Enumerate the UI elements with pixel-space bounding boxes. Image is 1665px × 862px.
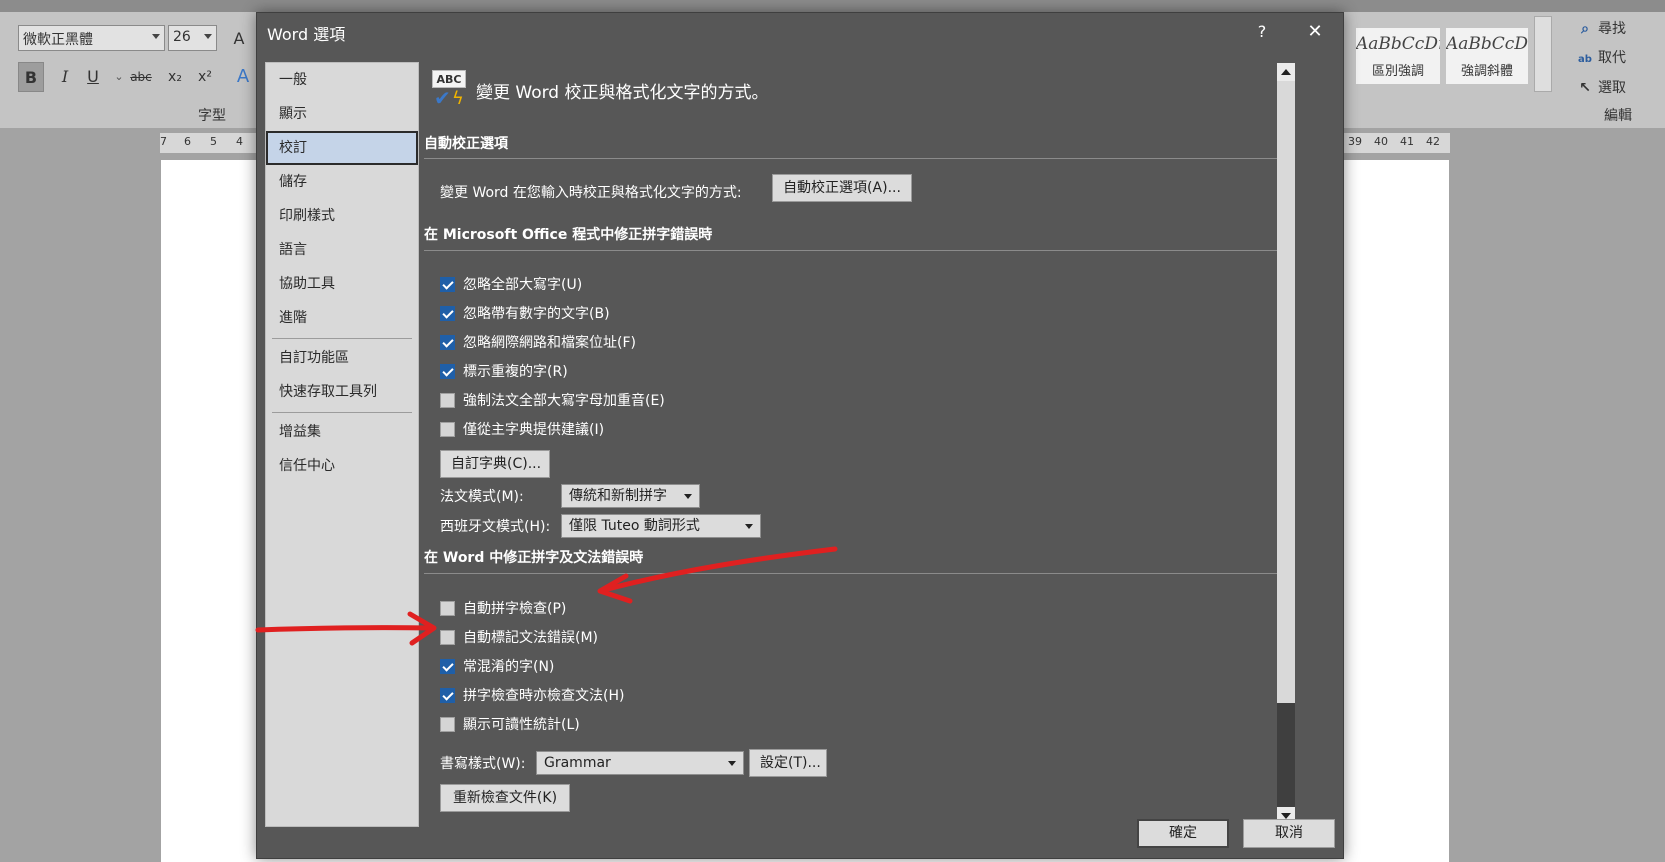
nav-add-ins[interactable]: 增益集 <box>266 415 418 449</box>
spanish-modes-select[interactable]: 僅限 Tuteo 動詞形式 <box>561 514 761 538</box>
ruler-number: 41 <box>1400 135 1414 148</box>
cursor-icon: ↖ <box>1579 80 1591 96</box>
option-frequently-confused-words[interactable]: 常混淆的字(N) <box>440 656 554 676</box>
dialog-title: Word 選項 <box>267 25 346 44</box>
ok-button[interactable]: 確定 <box>1137 819 1229 848</box>
title-bar <box>0 0 1665 12</box>
checkbox[interactable] <box>440 305 455 321</box>
writing-style-select[interactable]: Grammar <box>536 751 744 775</box>
option-flag-repeated-words[interactable]: 標示重複的字(R) <box>440 361 568 381</box>
checkbox[interactable] <box>440 687 455 703</box>
cancel-button[interactable]: 取消 <box>1243 819 1335 848</box>
custom-dictionaries-button[interactable]: 自訂字典(C)... <box>440 450 550 478</box>
french-modes-select[interactable]: 傳統和新制拼字 <box>561 484 700 508</box>
checkbox[interactable] <box>440 600 455 616</box>
spelling-icon: ABC ✔ ϟ <box>432 70 468 110</box>
nav-divider <box>272 338 412 339</box>
checkbox[interactable] <box>440 276 455 292</box>
recheck-document-button[interactable]: 重新檢查文件(K) <box>440 784 570 812</box>
checkbox[interactable] <box>440 334 455 350</box>
nav-display[interactable]: 顯示 <box>266 97 418 131</box>
font-name-select[interactable]: 微軟正黑體 <box>18 25 165 51</box>
nav-language[interactable]: 語言 <box>266 233 418 267</box>
font-size-select[interactable]: 26 <box>168 25 217 51</box>
autocorrect-options-button[interactable]: 自動校正選項(A)... <box>772 174 912 202</box>
section-divider <box>424 573 1282 574</box>
italic-button[interactable]: I <box>52 62 78 92</box>
close-button[interactable]: ✕ <box>1297 19 1333 45</box>
strikethrough-button[interactable]: abc <box>128 62 154 92</box>
nav-proofing[interactable]: 校訂 <box>266 131 418 165</box>
option-main-dictionary-only[interactable]: 僅從主字典提供建議(I) <box>440 419 604 439</box>
grow-font-button[interactable]: A <box>226 26 252 52</box>
editing-group-label: 編輯 <box>1604 108 1632 124</box>
option-check-grammar-with-spelling[interactable]: 拼字檢查時亦檢查文法(H) <box>440 685 624 705</box>
option-ignore-numbers[interactable]: 忽略帶有數字的文字(B) <box>440 303 610 323</box>
ruler-number: 6 <box>184 135 191 148</box>
styles-gallery-scroll[interactable] <box>1534 16 1552 92</box>
style-subtle-emphasis[interactable]: AaBbCcDı 區別強調 <box>1356 28 1440 84</box>
scrollbar-track[interactable] <box>1277 703 1295 807</box>
office-spelling-section-title: 在 Microsoft Office 程式中修正拼字錯誤時 <box>424 227 713 243</box>
checkbox[interactable] <box>440 629 455 645</box>
replace-icon: ab <box>1578 54 1592 65</box>
option-french-accented-uppercase[interactable]: 強制法文全部大寫字母加重音(E) <box>440 390 665 410</box>
ruler-number: 4 <box>236 135 243 148</box>
checkbox[interactable] <box>440 716 455 732</box>
ruler-number: 7 <box>160 135 167 148</box>
checkbox[interactable] <box>440 658 455 674</box>
bold-button[interactable]: B <box>18 62 44 92</box>
ruler-number: 39 <box>1348 135 1362 148</box>
option-ignore-uppercase[interactable]: 忽略全部大寫字(U) <box>440 274 582 294</box>
nav-quick-access-toolbar[interactable]: 快速存取工具列 <box>266 375 418 409</box>
section-divider <box>424 250 1282 251</box>
page-header: 變更 Word 校正與格式化文字的方式。 <box>476 83 769 103</box>
writing-style-settings-button[interactable]: 設定(T)... <box>749 749 827 777</box>
select-button[interactable]: ↖ 選取 <box>1576 77 1626 97</box>
options-nav: 一般 顯示 校訂 儲存 印刷樣式 語言 協助工具 進階 自訂功能區 快速存取工具… <box>265 62 419 827</box>
scroll-up-arrow[interactable] <box>1277 63 1295 81</box>
option-check-spelling-as-you-type[interactable]: 自動拼字檢查(P) <box>440 598 566 618</box>
nav-trust-center[interactable]: 信任中心 <box>266 449 418 483</box>
nav-general[interactable]: 一般 <box>266 63 418 97</box>
checkbox[interactable] <box>440 392 455 408</box>
help-button[interactable]: ? <box>1247 19 1277 45</box>
autocorrect-description: 變更 Word 在您輸入時校正與格式化文字的方式: <box>440 185 742 201</box>
nav-customize-ribbon[interactable]: 自訂功能區 <box>266 341 418 375</box>
autocorrect-section-title: 自動校正選項 <box>424 136 508 152</box>
content-scrollbar[interactable] <box>1277 63 1295 825</box>
search-icon: ⌕ <box>1581 21 1589 37</box>
section-divider <box>424 158 1282 159</box>
option-mark-grammar-errors[interactable]: 自動標記文法錯誤(M) <box>440 627 598 647</box>
ruler-number: 5 <box>210 135 217 148</box>
nav-divider <box>272 412 412 413</box>
ruler-number: 42 <box>1426 135 1440 148</box>
option-readability-statistics[interactable]: 顯示可讀性統計(L) <box>440 714 580 734</box>
font-group-label: 字型 <box>198 108 226 124</box>
superscript-button[interactable]: x² <box>192 62 218 92</box>
spanish-modes-label: 西班牙文模式(H): <box>440 519 551 535</box>
option-ignore-internet-addresses[interactable]: 忽略網際網路和檔案位址(F) <box>440 332 636 352</box>
text-effects-button[interactable]: A <box>230 62 256 92</box>
french-modes-label: 法文模式(M): <box>440 489 524 505</box>
underline-button[interactable]: U <box>80 62 106 92</box>
subscript-button[interactable]: x₂ <box>162 62 188 92</box>
checkbox[interactable] <box>440 363 455 379</box>
nav-typography[interactable]: 印刷樣式 <box>266 199 418 233</box>
nav-save[interactable]: 儲存 <box>266 165 418 199</box>
proofing-content: ABC ✔ ϟ 變更 Word 校正與格式化文字的方式。 自動校正選項 變更 W… <box>419 62 1343 822</box>
word-options-dialog: Word 選項 ? ✕ 一般 顯示 校訂 儲存 印刷樣式 語言 協助工具 進階 … <box>256 12 1344 859</box>
ruler-number: 40 <box>1374 135 1388 148</box>
word-spelling-section-title: 在 Word 中修正拼字及文法錯誤時 <box>424 550 644 566</box>
replace-button[interactable]: ab 取代 <box>1576 47 1626 67</box>
style-emphasis-italic[interactable]: AaBbCcDı 強調斜體 <box>1446 28 1528 84</box>
find-button[interactable]: ⌕ 尋找 <box>1576 18 1626 38</box>
checkbox[interactable] <box>440 421 455 437</box>
nav-accessibility[interactable]: 協助工具 <box>266 267 418 301</box>
nav-advanced[interactable]: 進階 <box>266 301 418 335</box>
writing-style-label: 書寫樣式(W): <box>440 756 526 772</box>
